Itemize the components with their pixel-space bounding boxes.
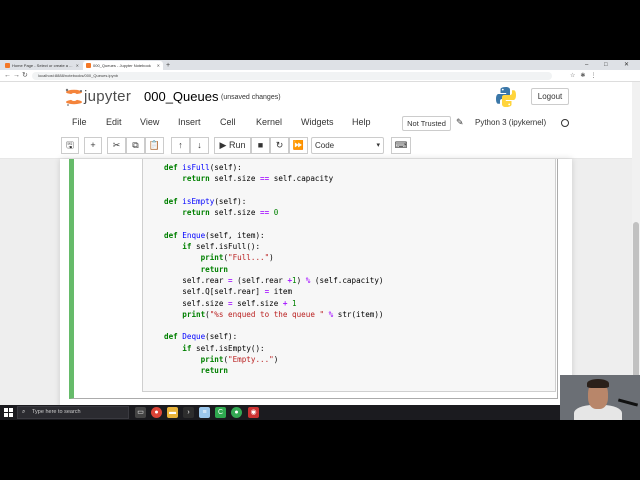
- recorder-icon[interactable]: ◉: [248, 407, 259, 418]
- chrome-active-icon[interactable]: ●: [231, 407, 242, 418]
- tab-title: Home Page - Select or create a ...: [12, 63, 73, 68]
- copy-button[interactable]: ⧉: [126, 137, 145, 154]
- edit-pencil-icon[interactable]: ✎: [456, 117, 464, 128]
- notebook-name[interactable]: 000_Queues: [144, 89, 218, 104]
- page-scrollbar[interactable]: [632, 82, 640, 420]
- camtasia-icon[interactable]: C: [215, 407, 226, 418]
- terminal-icon[interactable]: ›: [183, 407, 194, 418]
- logout-button[interactable]: Logout: [531, 88, 569, 105]
- close-window-icon[interactable]: ✕: [624, 60, 629, 70]
- browser-tab-strip: Home Page - Select or create a ... ✕ 000…: [0, 60, 640, 70]
- browser-tab-home[interactable]: Home Page - Select or create a ... ✕: [2, 61, 82, 70]
- paste-button[interactable]: 📋: [145, 137, 164, 154]
- menu-insert[interactable]: Insert: [178, 117, 201, 127]
- presenter-hair: [587, 379, 609, 388]
- address-bar: ← → ↻ localhost:8888/notebooks/000_Queue…: [0, 70, 640, 82]
- save-button[interactable]: 🖫: [61, 137, 79, 154]
- browser-tab-notebook[interactable]: 000_Queues - Jupyter Notebook ✕: [83, 61, 163, 70]
- tab-close-icon[interactable]: ✕: [157, 63, 160, 68]
- forward-icon[interactable]: →: [13, 71, 20, 81]
- file-explorer-icon[interactable]: ▬: [167, 407, 178, 418]
- run-label: Run: [228, 140, 246, 150]
- menu-view[interactable]: View: [140, 117, 159, 127]
- python-logo-icon: [496, 87, 516, 107]
- menu-kernel[interactable]: Kernel: [256, 117, 282, 127]
- taskbar-search-placeholder: Type here to search: [32, 409, 81, 415]
- search-icon: ⌕: [22, 409, 26, 415]
- chrome-icon[interactable]: ●: [151, 407, 162, 418]
- screen: Home Page - Select or create a ... ✕ 000…: [0, 60, 640, 420]
- save-status: (unsaved changes): [221, 94, 281, 101]
- reload-icon[interactable]: ↻: [22, 71, 28, 81]
- webcam-overlay: [560, 375, 640, 420]
- notebook-area: def isFull(self): return self.size == se…: [0, 159, 632, 420]
- jupyter-logo-icon[interactable]: [64, 87, 84, 107]
- trust-status-button[interactable]: Not Trusted: [402, 116, 451, 131]
- task-view-icon[interactable]: ▭: [135, 407, 146, 418]
- taskbar-search-field[interactable]: ⌕ Type here to search: [17, 406, 129, 419]
- run-icon: ▶: [219, 140, 227, 150]
- tab-title: 000_Queues - Jupyter Notebook: [93, 63, 151, 68]
- jupyter-header: jupyter 000_Queues (unsaved changes) Log…: [0, 82, 632, 112]
- browser-extension-icons[interactable]: ☆✱⋮: [570, 71, 601, 81]
- cell-type-select[interactable]: Code ▾: [311, 137, 384, 154]
- menu-cell[interactable]: Cell: [220, 117, 236, 127]
- kernel-status-icon: [561, 119, 569, 127]
- run-button[interactable]: ▶ Run: [214, 137, 251, 154]
- restart-button[interactable]: ↻: [270, 137, 289, 154]
- minimize-icon[interactable]: –: [585, 60, 588, 70]
- interrupt-button[interactable]: ■: [251, 137, 270, 154]
- tab-close-icon[interactable]: ✕: [76, 63, 79, 68]
- command-palette-button[interactable]: ⌨: [391, 137, 411, 154]
- menu-widgets[interactable]: Widgets: [301, 117, 334, 127]
- windows-start-icon[interactable]: [4, 408, 13, 417]
- scrollbar-thumb[interactable]: [633, 222, 639, 382]
- kernel-name[interactable]: Python 3 (ipykernel): [475, 118, 546, 127]
- restart-run-all-button[interactable]: ⏩: [289, 137, 308, 154]
- jupyter-favicon-icon: [86, 63, 91, 68]
- url-field[interactable]: localhost:8888/notebooks/000_Queues.ipyn…: [32, 72, 552, 80]
- microphone-icon: [617, 398, 639, 407]
- menu-file[interactable]: File: [72, 117, 87, 127]
- menu-edit[interactable]: Edit: [106, 117, 122, 127]
- chevron-down-icon: ▾: [376, 142, 380, 149]
- notepad-icon[interactable]: ≡: [199, 407, 210, 418]
- move-down-button[interactable]: ↓: [190, 137, 209, 154]
- windows-taskbar: ⌕ Type here to search ▭ ● ▬ › ≡ C ● ◉: [0, 405, 560, 420]
- jupyter-favicon-icon: [5, 63, 10, 68]
- insert-cell-button[interactable]: +: [84, 137, 102, 154]
- menu-help[interactable]: Help: [352, 117, 371, 127]
- cell-type-value: Code: [315, 141, 335, 150]
- code-editor[interactable]: def isFull(self): return self.size == se…: [164, 162, 384, 377]
- new-tab-icon[interactable]: +: [166, 61, 170, 70]
- jupyter-brand-text: jupyter: [84, 88, 132, 105]
- move-up-button[interactable]: ↑: [171, 137, 190, 154]
- maximize-icon[interactable]: □: [604, 60, 608, 70]
- cut-button[interactable]: ✂: [107, 137, 126, 154]
- back-icon[interactable]: ←: [4, 71, 11, 81]
